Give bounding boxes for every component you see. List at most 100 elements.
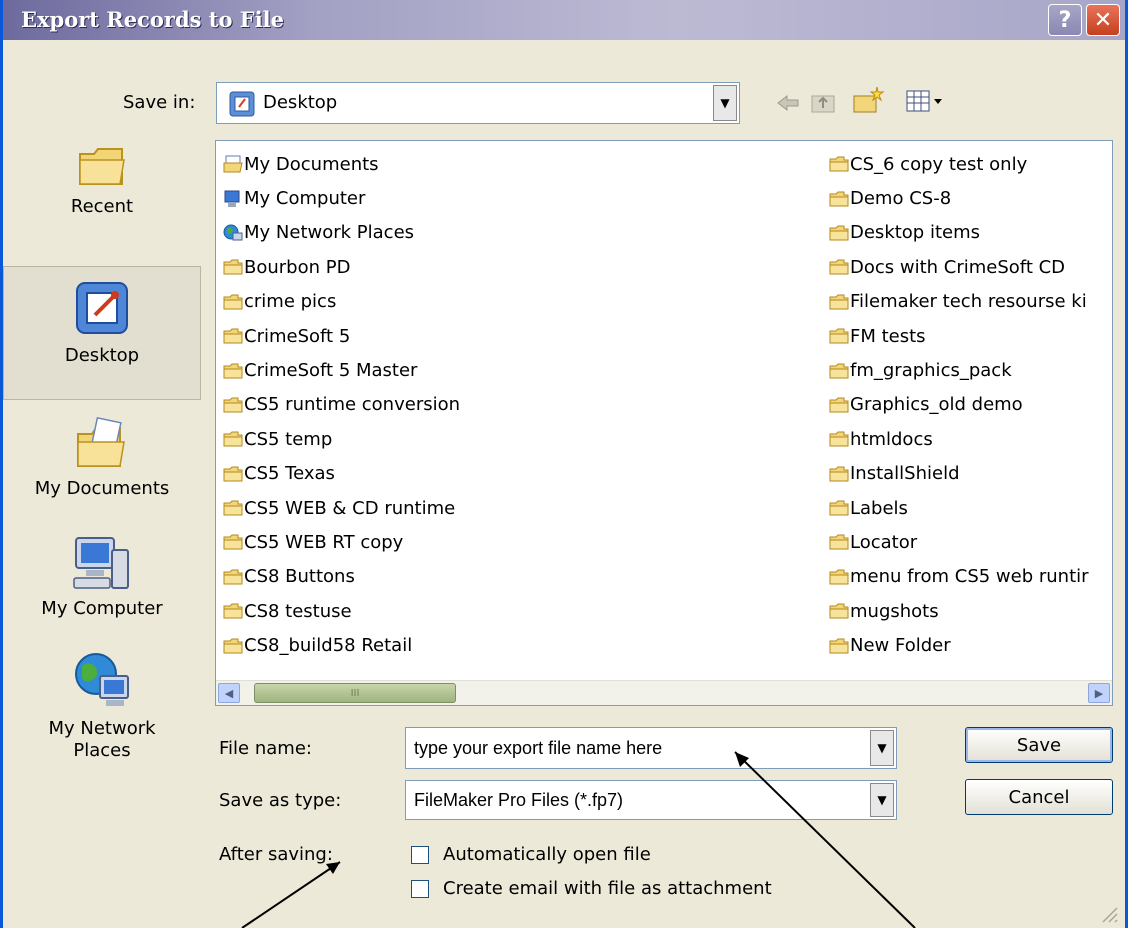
folder-icon xyxy=(829,569,849,585)
file-list-item[interactable]: My Computer xyxy=(222,181,460,215)
window-title: Export Records to File xyxy=(21,7,285,32)
place-my-documents[interactable]: My Documents xyxy=(3,416,201,499)
file-name: CS5 Texas xyxy=(244,463,335,485)
auto-open-label[interactable]: Automatically open file xyxy=(443,844,651,865)
file-list-item[interactable]: CS8_build58 Retail xyxy=(222,628,460,662)
file-list-item[interactable]: Graphics_old demo xyxy=(828,388,1089,422)
file-list-item[interactable]: CS8 testuse xyxy=(222,594,460,628)
file-list-item[interactable]: CS8 Buttons xyxy=(222,560,460,594)
export-records-dialog: Export Records to File ? ✕ Save in: Desk… xyxy=(0,0,1128,928)
place-my-network-places[interactable]: My Network Places xyxy=(3,650,201,762)
folder-icon xyxy=(223,431,243,447)
file-list[interactable]: My Documents My Computer My Network Places… xyxy=(215,140,1113,706)
place-desktop[interactable]: Desktop xyxy=(3,266,201,400)
file-list-item[interactable]: CS5 WEB RT copy xyxy=(222,525,460,559)
up-folder-icon[interactable] xyxy=(809,88,839,116)
create-email-label[interactable]: Create email with file as attachment xyxy=(443,878,772,899)
folder-icon xyxy=(223,534,243,550)
folder-icon xyxy=(829,191,849,207)
folder-icon xyxy=(829,500,849,516)
file-list-item[interactable]: fm_graphics_pack xyxy=(828,353,1089,387)
file-list-item[interactable]: Filemaker tech resourse ki xyxy=(828,285,1089,319)
back-arrow-icon[interactable] xyxy=(775,92,801,114)
file-name: CS5 WEB RT copy xyxy=(244,531,404,553)
file-list-item[interactable]: CS5 WEB & CD runtime xyxy=(222,491,460,525)
file-name: menu from CS5 web runtir xyxy=(850,566,1089,588)
view-menu-icon[interactable] xyxy=(905,88,945,114)
save-as-type-dropdown[interactable]: FileMaker Pro Files (*.fp7) ▼ xyxy=(405,780,897,820)
folder-icon xyxy=(829,534,849,550)
folder-icon xyxy=(829,431,849,447)
file-list-item[interactable]: menu from CS5 web runtir xyxy=(828,560,1089,594)
new-folder-icon[interactable] xyxy=(851,84,885,116)
file-list-item[interactable]: Labels xyxy=(828,491,1089,525)
file-name-value: type your export file name here xyxy=(414,738,663,758)
file-name: My Documents xyxy=(244,153,379,175)
place-recent[interactable]: Recent xyxy=(3,140,201,217)
folder-icon xyxy=(829,294,849,310)
file-name: CS8 testuse xyxy=(244,600,352,622)
file-list-item[interactable]: Bourbon PD xyxy=(222,250,460,284)
chevron-down-icon[interactable]: ▼ xyxy=(870,783,894,817)
folder-icon xyxy=(223,294,243,310)
file-list-item[interactable]: mugshots xyxy=(828,594,1089,628)
folder-icon xyxy=(829,603,849,619)
file-name-label: File name: xyxy=(219,738,312,759)
file-name: mugshots xyxy=(850,600,939,622)
file-name-input[interactable]: type your export file name here ▼ xyxy=(405,727,897,769)
resize-grip-icon[interactable] xyxy=(1097,902,1119,924)
folder-icon xyxy=(829,225,849,241)
help-button[interactable]: ? xyxy=(1048,4,1082,36)
title-bar[interactable]: Export Records to File ? ✕ xyxy=(3,0,1125,40)
save-button[interactable]: Save xyxy=(965,727,1113,763)
cancel-button-label: Cancel xyxy=(1008,786,1070,808)
file-name: My Network Places xyxy=(244,222,415,244)
file-column-right: CS_6 copy test only Demo CS-8 Desktop item… xyxy=(828,147,1089,663)
folder-icon xyxy=(223,569,243,585)
file-list-item[interactable]: New Folder xyxy=(828,628,1089,662)
create-email-checkbox[interactable] xyxy=(411,880,429,898)
file-list-item[interactable]: CS5 runtime conversion xyxy=(222,388,460,422)
auto-open-checkbox[interactable] xyxy=(411,846,429,864)
chevron-down-icon[interactable]: ▼ xyxy=(713,85,737,121)
file-list-item[interactable]: Desktop items xyxy=(828,216,1089,250)
folder-icon xyxy=(223,328,243,344)
file-name: CS8_build58 Retail xyxy=(244,635,413,657)
file-list-item[interactable]: CrimeSoft 5 xyxy=(222,319,460,353)
file-list-item[interactable]: Locator xyxy=(828,525,1089,559)
scroll-right-button[interactable]: ▶ xyxy=(1088,683,1110,703)
file-list-item[interactable]: htmldocs xyxy=(828,422,1089,456)
scrollbar-thumb[interactable]: III xyxy=(254,683,456,703)
file-list-item[interactable]: Docs with CrimeSoft CD xyxy=(828,250,1089,284)
folder-icon xyxy=(223,363,243,379)
place-my-computer[interactable]: My Computer xyxy=(3,532,201,619)
chevron-down-icon[interactable]: ▼ xyxy=(870,730,894,766)
horizontal-scrollbar[interactable]: ◀ III ▶ xyxy=(216,680,1112,705)
scroll-left-button[interactable]: ◀ xyxy=(218,683,240,703)
file-list-item[interactable]: My Network Places xyxy=(222,216,460,250)
close-button[interactable]: ✕ xyxy=(1086,4,1120,36)
file-list-item[interactable]: FM tests xyxy=(828,319,1089,353)
file-name: CS_6 copy test only xyxy=(850,153,1028,175)
file-name: CS5 WEB & CD runtime xyxy=(244,497,456,519)
file-name: Filemaker tech resourse ki xyxy=(850,291,1087,313)
save-in-dropdown[interactable]: Desktop ▼ xyxy=(216,82,740,124)
file-column-left: My Documents My Computer My Network Places… xyxy=(222,147,460,663)
desktop-icon xyxy=(229,91,255,117)
file-list-item[interactable]: Demo CS-8 xyxy=(828,181,1089,215)
file-list-item[interactable]: InstallShield xyxy=(828,457,1089,491)
place-label: My Network Places xyxy=(48,718,156,761)
file-name: New Folder xyxy=(850,635,951,657)
file-list-item[interactable]: crime pics xyxy=(222,285,460,319)
file-list-item[interactable]: CS5 Texas xyxy=(222,457,460,491)
cancel-button[interactable]: Cancel xyxy=(965,779,1113,815)
file-list-item[interactable]: CrimeSoft 5 Master xyxy=(222,353,460,387)
folder-icon xyxy=(223,603,243,619)
file-list-item[interactable]: CS_6 copy test only xyxy=(828,147,1089,181)
file-name: Locator xyxy=(850,531,918,553)
file-name: Bourbon PD xyxy=(244,256,351,278)
file-name: Labels xyxy=(850,497,908,519)
file-list-item[interactable]: CS5 temp xyxy=(222,422,460,456)
folder-icon xyxy=(829,259,849,275)
file-list-item[interactable]: My Documents xyxy=(222,147,460,181)
